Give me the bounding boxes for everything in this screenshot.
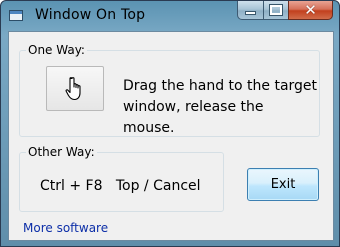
hand-pointer-icon (65, 76, 81, 100)
title-bar[interactable]: Window On Top ✕ (1, 1, 339, 31)
close-icon: ✕ (304, 0, 317, 19)
minimize-button[interactable] (237, 1, 263, 20)
close-button[interactable]: ✕ (288, 1, 333, 20)
caption-buttons: ✕ (237, 1, 333, 21)
app-window: Window On Top ✕ One Way: Drag the hand t… (0, 0, 340, 247)
one-way-legend: One Way: (26, 43, 87, 57)
shortcut-text: Ctrl + F8 Top / Cancel (40, 178, 201, 194)
other-way-legend: Other Way: (26, 145, 97, 159)
other-way-group: Other Way: Ctrl + F8 Top / Cancel (19, 145, 224, 212)
window-title: Window On Top (35, 7, 146, 23)
drag-hand-button[interactable] (46, 66, 104, 111)
maximize-button[interactable] (263, 1, 288, 20)
exit-button[interactable]: Exit (247, 168, 319, 201)
more-software-link[interactable]: More software (23, 221, 108, 235)
client-area: One Way: Drag the hand to the target win… (8, 31, 334, 241)
window-icon (9, 10, 23, 21)
minimize-icon (245, 11, 256, 15)
maximize-icon (269, 4, 283, 16)
one-way-group: One Way: Drag the hand to the target win… (19, 43, 320, 137)
drag-instruction-text: Drag the hand to the target window, rele… (123, 78, 318, 136)
